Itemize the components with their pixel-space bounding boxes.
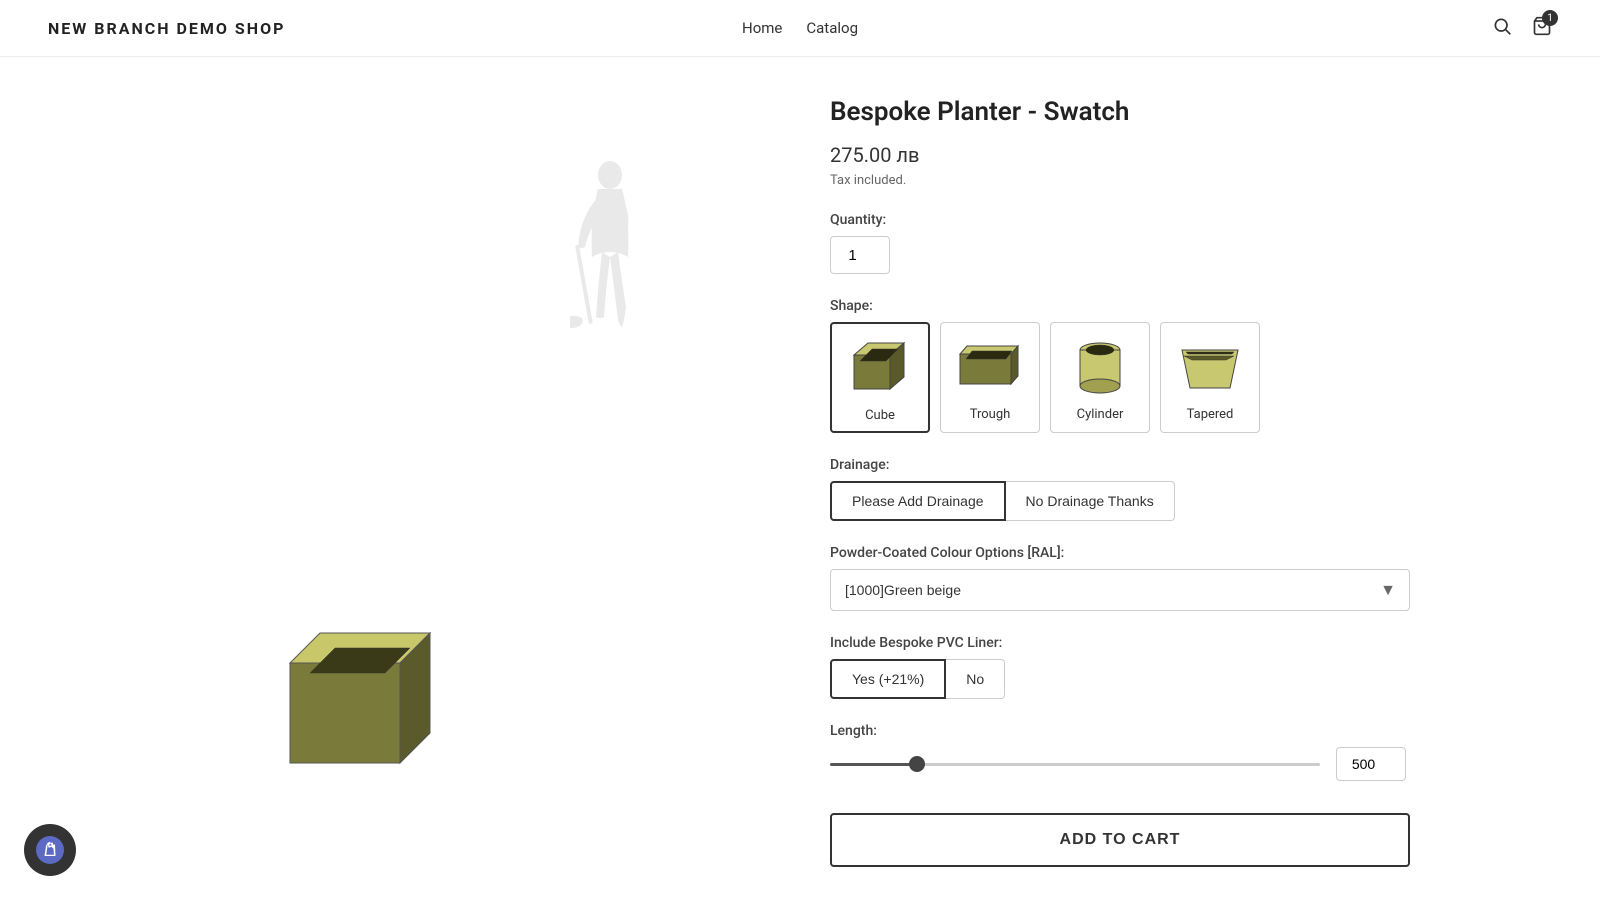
silhouette-figure <box>570 157 650 377</box>
main-nav: Home Catalog <box>742 19 858 37</box>
product-3d-cube <box>270 603 470 787</box>
slider-row <box>830 747 1410 781</box>
cylinder-label: Cylinder <box>1077 407 1124 422</box>
drainage-selector: Please Add Drainage No Drainage Thanks <box>830 481 1410 521</box>
quantity-label: Quantity: <box>830 212 1410 228</box>
shape-selector: Cube Trough <box>830 322 1410 433</box>
liner-yes[interactable]: Yes (+21%) <box>830 659 946 699</box>
drainage-no-thanks[interactable]: No Drainage Thanks <box>1006 481 1175 521</box>
colour-label: Powder-Coated Colour Options [RAL]: <box>830 545 1410 561</box>
trough-label: Trough <box>970 407 1011 422</box>
liner-selector: Yes (+21%) No <box>830 659 1410 699</box>
nav-catalog[interactable]: Catalog <box>806 19 858 37</box>
drainage-label: Drainage: <box>830 457 1410 473</box>
tapered-label: Tapered <box>1187 407 1234 422</box>
product-title: Bespoke Planter - Swatch <box>830 97 1410 127</box>
shape-option-cube[interactable]: Cube <box>830 322 930 433</box>
header: NEW BRANCH DEMO SHOP Home Catalog 1 <box>0 0 1600 57</box>
trough-shape-image <box>955 331 1025 401</box>
length-input[interactable] <box>1336 747 1406 781</box>
drainage-please-add[interactable]: Please Add Drainage <box>830 481 1006 521</box>
add-to-cart-button[interactable]: ADD TO CART <box>830 813 1410 867</box>
cube-shape-image <box>845 332 915 402</box>
tapered-shape-image <box>1175 331 1245 401</box>
shopify-badge[interactable] <box>24 824 76 876</box>
product-details: Bespoke Planter - Swatch 275.00 лв Tax i… <box>830 97 1410 867</box>
shape-label: Shape: <box>830 298 1410 314</box>
tax-note: Tax included. <box>830 173 1410 188</box>
length-slider-container <box>830 747 1410 781</box>
header-actions: 1 <box>1492 16 1552 40</box>
cart-count: 1 <box>1542 10 1558 26</box>
length-label: Length: <box>830 723 1410 739</box>
shape-option-tapered[interactable]: Tapered <box>1160 322 1260 433</box>
cart-button[interactable]: 1 <box>1532 16 1552 40</box>
product-price: 275.00 лв <box>830 143 1410 167</box>
cylinder-shape-image <box>1065 331 1135 401</box>
product-image-area <box>190 97 770 867</box>
main-container: Bespoke Planter - Swatch 275.00 лв Tax i… <box>150 97 1450 867</box>
site-logo[interactable]: NEW BRANCH DEMO SHOP <box>48 19 285 38</box>
colour-select-wrapper: [1000]Green beige [1001]Beige [1002]Sand… <box>830 569 1410 611</box>
length-slider[interactable] <box>830 763 1320 766</box>
liner-label: Include Bespoke PVC Liner: <box>830 635 1410 651</box>
shape-option-trough[interactable]: Trough <box>940 322 1040 433</box>
search-icon[interactable] <box>1492 16 1512 40</box>
quantity-input[interactable] <box>830 236 890 274</box>
shape-option-cylinder[interactable]: Cylinder <box>1050 322 1150 433</box>
liner-no[interactable]: No <box>946 659 1005 699</box>
nav-home[interactable]: Home <box>742 19 782 37</box>
colour-select[interactable]: [1000]Green beige [1001]Beige [1002]Sand… <box>830 569 1410 611</box>
cube-label: Cube <box>865 408 895 423</box>
